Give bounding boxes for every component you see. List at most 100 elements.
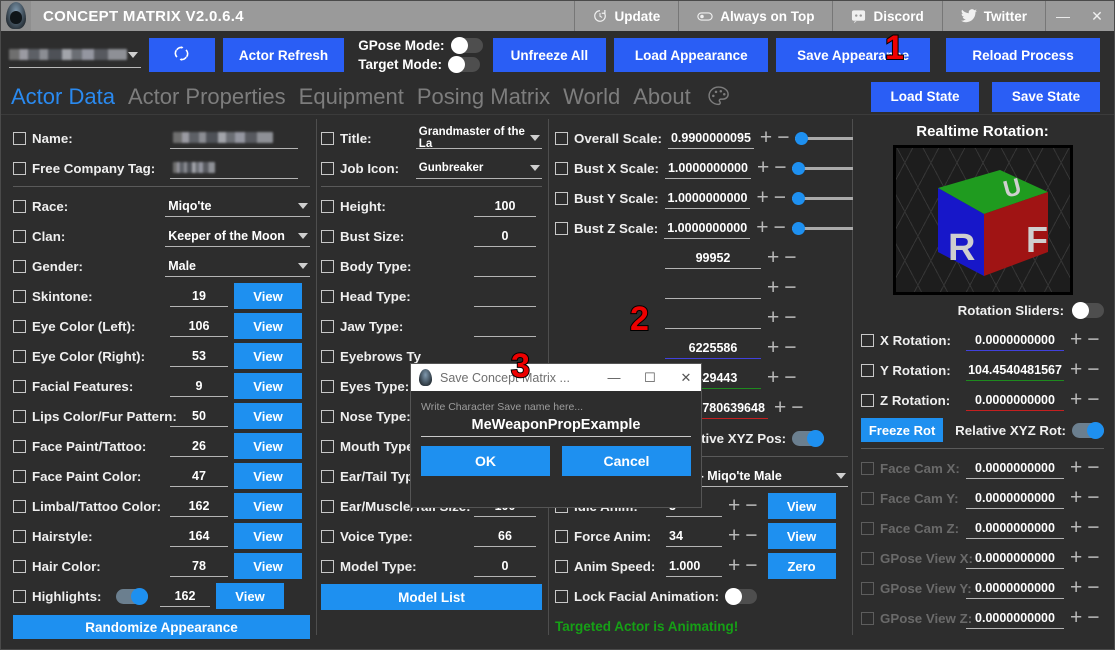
input-height[interactable]: 100 [474, 195, 536, 217]
checkbox-head-type[interactable] [321, 289, 334, 303]
tab-world[interactable]: World [563, 84, 620, 110]
view-button-skintone[interactable]: View [234, 283, 302, 309]
input-bust-x-scale[interactable]: 1.0000000000 [664, 157, 751, 179]
plus-icon[interactable]: + [728, 525, 740, 546]
relative-xyz-rot-toggle[interactable] [1072, 421, 1104, 439]
palette-icon[interactable] [706, 84, 731, 109]
plus-icon[interactable]: + [767, 277, 779, 298]
input-facial-features[interactable]: 9 [170, 375, 228, 397]
minus-icon[interactable]: − [777, 127, 789, 148]
input-eye-color-right[interactable]: 53 [170, 345, 228, 367]
view-button-face-paint-color[interactable]: View [234, 463, 302, 489]
minus-icon[interactable]: − [784, 337, 796, 358]
plus-icon[interactable]: + [1070, 389, 1082, 410]
plus-icon[interactable]: + [767, 337, 779, 358]
load-state-button[interactable]: Load State [871, 81, 979, 112]
tab-equipment[interactable]: Equipment [299, 84, 404, 110]
dialog-ok-button[interactable]: OK [421, 446, 550, 476]
view-button-eye-color-right[interactable]: View [234, 343, 302, 369]
view-button-limbal-tattoo-color[interactable]: View [234, 493, 302, 519]
minus-icon[interactable]: − [745, 495, 757, 516]
checkbox-lock-facial-animation[interactable] [555, 589, 568, 603]
actor-refresh-button[interactable]: Actor Refresh [222, 38, 345, 72]
checkbox-gpose-view-x[interactable] [861, 551, 874, 565]
update-button[interactable]: Update [574, 1, 678, 31]
relative-xyz-pos-toggle[interactable] [792, 429, 825, 447]
input-x-position[interactable]: 6225586 [665, 337, 761, 359]
input-lips-color[interactable]: 50 [170, 405, 228, 427]
rotation-cube-viewport[interactable]: U R F [892, 145, 1073, 295]
tab-actor-properties[interactable]: Actor Properties [128, 84, 286, 110]
input-voice-type[interactable]: 66 [474, 525, 536, 547]
checkbox-job-icon[interactable] [321, 161, 334, 175]
input-face-paint-color[interactable]: 47 [170, 465, 228, 487]
plus-icon[interactable]: + [1070, 607, 1082, 628]
refresh-button[interactable] [148, 38, 215, 72]
view-button-highlights[interactable]: View [216, 583, 284, 609]
input-bust-z-scale[interactable]: 1.0000000000 [664, 217, 751, 239]
minus-icon[interactable]: − [1087, 359, 1099, 380]
checkbox-voice-type[interactable] [321, 529, 334, 543]
input-face-cam-y[interactable]: 0.0000000000 [966, 487, 1064, 509]
minus-icon[interactable]: − [1087, 487, 1099, 508]
input-free-company-tag[interactable] [170, 157, 298, 179]
checkbox-bust-y-scale[interactable] [555, 191, 568, 205]
dropdown-job-icon[interactable]: Gunbreaker [415, 157, 542, 179]
checkbox-overall-scale[interactable] [555, 131, 568, 145]
checkbox-body-type[interactable] [321, 259, 334, 273]
plus-icon[interactable]: + [1070, 359, 1082, 380]
checkbox-face-cam-x[interactable] [861, 461, 874, 475]
checkbox-y-rotation[interactable] [861, 363, 874, 377]
plus-icon[interactable]: + [1070, 547, 1082, 568]
reload-process-button[interactable]: Reload Process [946, 38, 1100, 72]
input-model-type[interactable]: 0 [474, 555, 536, 577]
minus-icon[interactable]: − [784, 307, 796, 328]
plus-icon[interactable]: + [1070, 487, 1082, 508]
checkbox-gpose-view-z[interactable] [861, 611, 874, 625]
plus-icon[interactable]: + [767, 367, 779, 388]
input-z-rotation[interactable]: 0.0000000000 [966, 389, 1064, 411]
checkbox-jaw-type[interactable] [321, 319, 334, 333]
plus-icon[interactable]: + [728, 555, 740, 576]
checkbox-nose-type[interactable] [321, 409, 334, 423]
view-button-lips-color[interactable]: View [234, 403, 302, 429]
save-name-input[interactable]: MeWeaponPropExample [421, 413, 691, 437]
lock-facial-animation-toggle[interactable] [725, 587, 758, 605]
checkbox-title[interactable] [321, 131, 334, 145]
minus-icon[interactable]: − [784, 277, 796, 298]
tab-about[interactable]: About [633, 84, 691, 110]
minus-icon[interactable]: − [1087, 607, 1099, 628]
view-button-idle-anim[interactable]: View [767, 493, 836, 519]
checkbox-ear-tail-type[interactable] [321, 469, 334, 483]
checkbox-name[interactable] [13, 131, 26, 145]
input-hidden-3[interactable] [665, 307, 761, 329]
checkbox-face-cam-y[interactable] [861, 491, 874, 505]
rotation-sliders-toggle[interactable] [1072, 301, 1104, 319]
checkbox-z-rotation[interactable] [861, 393, 874, 407]
minus-icon[interactable]: − [773, 217, 785, 238]
minus-icon[interactable]: − [1087, 457, 1099, 478]
checkbox-lips-color[interactable] [13, 409, 26, 423]
input-y-rotation[interactable]: 104.4540481567 [966, 359, 1064, 381]
input-anim-speed[interactable]: 1.000 [666, 555, 722, 577]
minus-icon[interactable]: − [1087, 547, 1099, 568]
checkbox-gender[interactable] [13, 259, 26, 273]
dropdown-gender[interactable]: Male [165, 255, 310, 277]
unfreeze-all-button[interactable]: Unfreeze All [492, 38, 607, 72]
highlights-toggle[interactable] [116, 587, 148, 605]
minus-icon[interactable]: − [1087, 517, 1099, 538]
minus-icon[interactable]: − [745, 555, 757, 576]
checkbox-face-paint-color[interactable] [13, 469, 26, 483]
checkbox-anim-speed[interactable] [555, 559, 568, 573]
view-button-hair-color[interactable]: View [234, 553, 302, 579]
checkbox-clan[interactable] [13, 229, 26, 243]
minimize-button[interactable]: — [1046, 1, 1080, 31]
zero-button-anim-speed[interactable]: Zero [767, 553, 836, 579]
checkbox-skintone[interactable] [13, 289, 26, 303]
input-hidden-1[interactable]: 99952 [665, 247, 761, 269]
plus-icon[interactable]: + [756, 217, 768, 238]
discord-button[interactable]: Discord [832, 1, 941, 31]
checkbox-race[interactable] [13, 199, 26, 213]
minus-icon[interactable]: − [784, 367, 796, 388]
actor-select-dropdown[interactable] [9, 42, 141, 68]
